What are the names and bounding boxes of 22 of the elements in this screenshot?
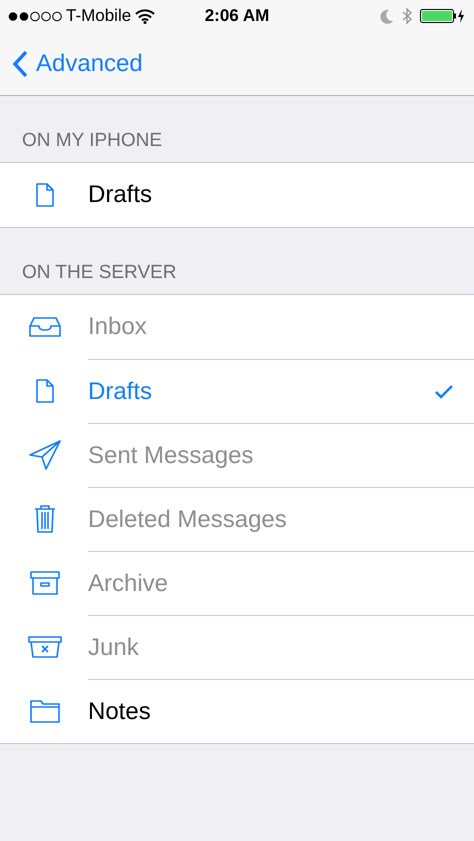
- battery-charging-icon: [420, 8, 466, 24]
- draft-icon: [36, 379, 54, 403]
- clock: 2:06 AM: [204, 6, 270, 26]
- moon-icon: [380, 8, 394, 24]
- sent-icon: [29, 440, 61, 470]
- wifi-icon: [135, 8, 156, 24]
- section-header: ON THE SERVER: [22, 262, 178, 284]
- draft-icon: [36, 183, 54, 207]
- folder-icon: [30, 700, 60, 722]
- inbox-icon: [29, 317, 61, 337]
- section-header: ON MY IPHONE: [22, 130, 164, 152]
- mailbox-item[interactable]: Drafts: [88, 378, 434, 406]
- archive-icon: [30, 571, 60, 595]
- junk-icon: [28, 636, 62, 658]
- checkmark-icon: [434, 384, 454, 400]
- back-button[interactable]: Advanced: [12, 46, 143, 82]
- mailbox-item[interactable]: Notes: [88, 698, 454, 726]
- bluetooth-icon: [402, 7, 412, 25]
- back-chevron-icon: [12, 50, 28, 78]
- trash-icon: [34, 505, 56, 533]
- carrier: T-Mobile: [66, 6, 132, 26]
- signal-icon: [8, 10, 62, 22]
